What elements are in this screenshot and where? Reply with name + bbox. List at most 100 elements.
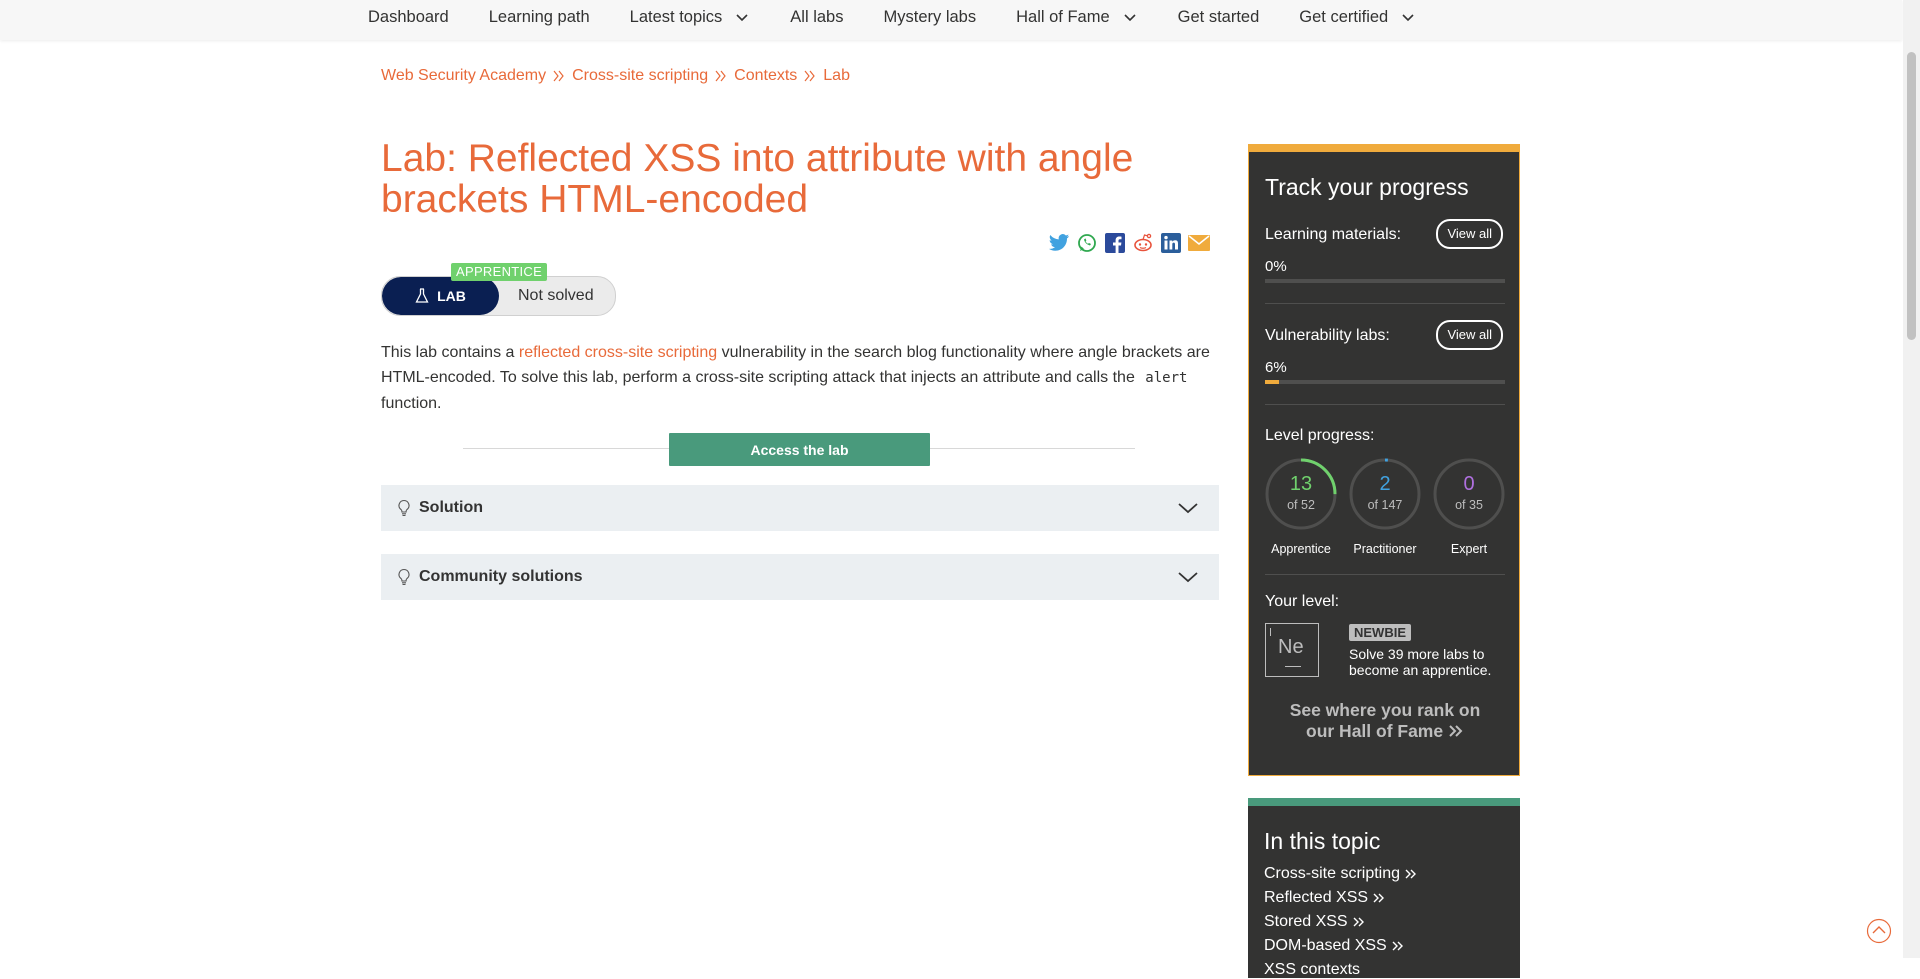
apprentice-label: Apprentice	[1271, 542, 1331, 556]
double-chevron-right-icon	[1353, 917, 1364, 927]
nav-label: Learning path	[488, 7, 590, 26]
flask-icon	[415, 288, 429, 303]
nav-label: Latest topics	[629, 7, 723, 26]
nav-latest-topics[interactable]: Latest topics	[630, 8, 751, 27]
expert-total: of 35	[1455, 498, 1483, 512]
vuln-progress-bar	[1265, 380, 1505, 384]
level-progress-label: Level progress:	[1265, 427, 1375, 444]
nav-label: Get started	[1177, 7, 1260, 26]
solution-accordion[interactable]: Solution	[381, 485, 1219, 531]
divider	[1265, 574, 1505, 575]
hall-of-fame-rank-link[interactable]: See where you rank on our Hall of Fame	[1289, 700, 1481, 742]
share-icons	[1048, 232, 1210, 254]
lab-status: Not solved	[518, 287, 594, 304]
learning-percent: 0%	[1265, 258, 1287, 275]
track-progress-card: Track your progress Learning materials: …	[1248, 144, 1520, 776]
topic-link-stored-xss[interactable]: Stored XSS	[1264, 913, 1366, 931]
chevron-down-icon	[1178, 503, 1198, 514]
level-box-line	[1285, 666, 1301, 667]
learning-materials-label: Learning materials:	[1265, 226, 1402, 243]
facebook-icon[interactable]	[1104, 232, 1126, 254]
view-all-labs-button[interactable]: View all	[1436, 320, 1503, 350]
nav-all-labs[interactable]: All labs	[790, 8, 843, 27]
alert-code: alert	[1145, 370, 1188, 386]
view-all-learning-button[interactable]: View all	[1436, 219, 1503, 249]
double-chevron-right-icon	[804, 70, 816, 82]
breadcrumb-lab[interactable]: Lab	[823, 67, 850, 85]
twitter-icon[interactable]	[1048, 232, 1070, 254]
desc-text-3: function.	[381, 395, 442, 412]
nav-dashboard[interactable]: Dashboard	[368, 8, 449, 27]
topic-link-cross-site-scripting[interactable]: Cross-site scripting	[1264, 865, 1418, 883]
topic-link-label: XSS contexts	[1264, 961, 1361, 978]
practitioner-total: of 147	[1367, 498, 1403, 512]
scrollbar-thumb[interactable]	[1907, 52, 1916, 340]
apprentice-progress: 13 of 52 Apprentice	[1265, 458, 1337, 556]
double-chevron-right-icon	[715, 70, 726, 82]
topic-link-xss-contexts[interactable]: XSS contexts	[1264, 961, 1360, 979]
vuln-percent: 6%	[1265, 359, 1287, 376]
top-navigation: Dashboard Learning path Latest topics Al…	[0, 0, 1902, 40]
vulnerability-labs-label: Vulnerability labs:	[1265, 327, 1390, 344]
topic-link-reflected-xss[interactable]: Reflected XSS	[1264, 889, 1386, 907]
progress-ring: 13 of 52	[1265, 458, 1337, 530]
practitioner-count: 2	[1379, 473, 1391, 495]
nav-label: All labs	[790, 7, 844, 26]
page-title: Lab: Reflected XSS into attribute with a…	[381, 137, 1134, 221]
level-element-icon: Ne	[1265, 623, 1319, 677]
level-message: Solve 39 more labs to become an apprenti…	[1349, 646, 1492, 678]
scroll-to-top-icon[interactable]	[1866, 918, 1892, 944]
practitioner-label: Practitioner	[1353, 542, 1417, 556]
divider	[1265, 404, 1505, 405]
community-solutions-accordion[interactable]: Community solutions	[381, 554, 1219, 600]
topic-link-label: DOM-based XSS	[1264, 937, 1387, 954]
lab-status-pill: LAB Not solved	[381, 276, 616, 316]
newbie-badge: NEWBIE	[1349, 624, 1411, 641]
double-chevron-right-icon	[1449, 725, 1463, 737]
linkedin-icon[interactable]	[1160, 232, 1182, 254]
progress-ring: 0 of 35	[1433, 458, 1505, 530]
nav-learning-path[interactable]: Learning path	[489, 8, 590, 27]
nav-mystery-labs[interactable]: Mystery labs	[884, 8, 977, 27]
reflected-xss-link[interactable]: reflected cross-site scripting	[519, 344, 717, 361]
divider	[1265, 303, 1505, 304]
breadcrumb-cross-site-scripting[interactable]: Cross-site scripting	[572, 67, 708, 85]
email-icon[interactable]	[1188, 232, 1210, 254]
chevron-down-icon	[1124, 14, 1136, 22]
page-scrollbar[interactable]	[1903, 0, 1920, 958]
chevron-down-icon	[1178, 572, 1198, 583]
nav-label: Get certified	[1299, 7, 1389, 26]
nav-label: Hall of Fame	[1016, 7, 1110, 26]
nav-get-certified[interactable]: Get certified	[1299, 8, 1416, 27]
level-symbol: Ne	[1278, 636, 1304, 658]
chevron-down-icon	[736, 14, 748, 22]
solution-label: Solution	[419, 499, 483, 516]
lightbulb-icon	[398, 499, 410, 517]
your-level-label: Your level:	[1265, 593, 1340, 610]
nav-label: Dashboard	[368, 7, 449, 26]
nav-label: Mystery labs	[883, 7, 977, 26]
practitioner-progress: 2 of 147 Practitioner	[1349, 458, 1421, 556]
whatsapp-icon[interactable]	[1076, 232, 1098, 254]
in-this-topic-card: In this topic Cross-site scripting Refle…	[1248, 798, 1520, 978]
double-chevron-right-icon	[1392, 941, 1403, 951]
progress-ring: 2 of 147	[1349, 458, 1421, 530]
reddit-icon[interactable]	[1132, 232, 1154, 254]
access-lab-button[interactable]: Access the lab	[669, 433, 930, 466]
apprentice-total: of 52	[1287, 498, 1315, 512]
topic-link-dom-based-xss[interactable]: DOM-based XSS	[1264, 937, 1405, 955]
level-box-tick	[1270, 628, 1271, 636]
lab-description: This lab contains a reflected cross-site…	[381, 340, 1221, 416]
learning-progress-bar	[1265, 279, 1505, 283]
double-chevron-right-icon	[553, 70, 564, 82]
lab-label: LAB	[382, 277, 499, 315]
breadcrumb-web-security-academy[interactable]: Web Security Academy	[381, 67, 546, 85]
topic-link-label: Reflected XSS	[1264, 889, 1369, 906]
nav-items: Dashboard Learning path Latest topics Al…	[368, 0, 1456, 34]
breadcrumb: Web Security Academy Cross-site scriptin…	[381, 67, 850, 85]
double-chevron-right-icon	[1405, 869, 1417, 879]
community-solutions-label: Community solutions	[419, 568, 583, 585]
nav-hall-of-fame[interactable]: Hall of Fame	[1016, 8, 1138, 27]
nav-get-started[interactable]: Get started	[1178, 8, 1260, 27]
breadcrumb-contexts[interactable]: Contexts	[734, 67, 797, 85]
